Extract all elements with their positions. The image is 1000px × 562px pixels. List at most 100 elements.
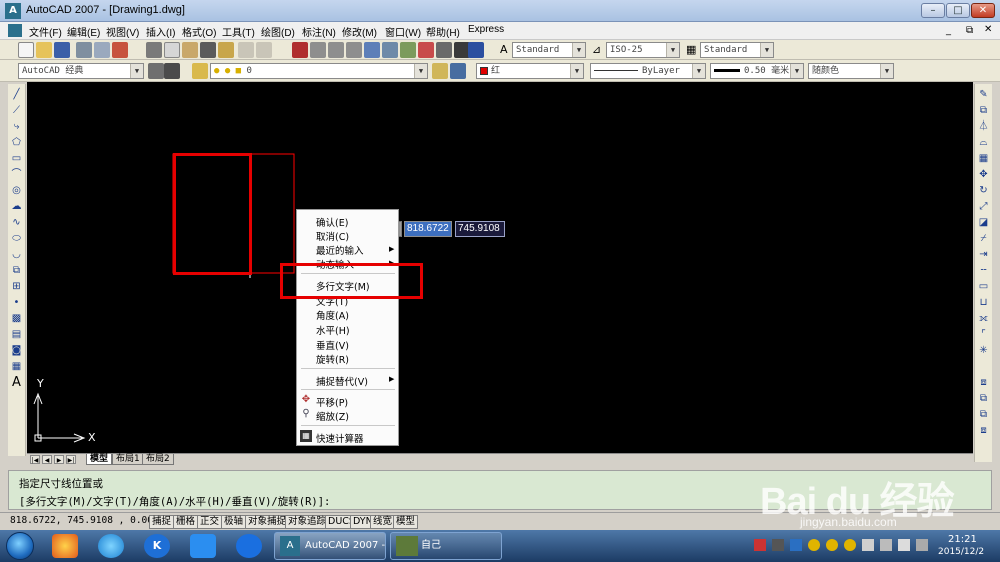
menu-item-horizontal[interactable]: 水平(H) <box>316 323 350 337</box>
polar-toggle[interactable]: 极轴 <box>221 515 247 529</box>
menu-item-vertical[interactable]: 垂直(V) <box>316 338 349 352</box>
new-icon[interactable] <box>18 42 34 58</box>
network-icon[interactable] <box>862 539 874 551</box>
start-button[interactable] <box>6 532 34 560</box>
explode-icon[interactable]: ✳ <box>976 344 991 358</box>
line-icon[interactable]: ╱ <box>9 88 24 102</box>
tab-layout1[interactable]: 布局1 <box>112 454 144 465</box>
circle-icon[interactable]: ◎ <box>9 184 24 198</box>
hatch-icon[interactable]: ▩ <box>9 312 24 326</box>
spline-icon[interactable]: ∿ <box>9 216 24 230</box>
scale-icon[interactable]: ⤢ <box>976 200 991 214</box>
copy-object-icon[interactable]: ⧉ <box>976 104 991 118</box>
mirror-icon[interactable]: ⏃ <box>976 120 991 134</box>
lineweight-select[interactable]: 0.50 毫米 ▼ <box>710 63 804 79</box>
doc-restore-button[interactable]: ⧉ <box>966 25 973 36</box>
save-icon[interactable] <box>54 42 70 58</box>
region-icon[interactable]: ◙ <box>9 344 24 358</box>
undo-icon[interactable] <box>238 42 254 58</box>
browser-icon[interactable] <box>98 534 124 558</box>
table-icon[interactable]: ▦ <box>9 360 24 374</box>
menu-item-angle[interactable]: 角度(A) <box>316 308 349 322</box>
snap-toggle[interactable]: 捕捉 <box>149 515 175 529</box>
make-current-layer-icon[interactable] <box>432 63 448 79</box>
menu-insert[interactable]: 插入(I) <box>146 24 175 39</box>
sheet-set-icon[interactable] <box>418 42 434 58</box>
send-to-back-icon[interactable]: ⧉ <box>976 408 991 422</box>
copy-icon[interactable] <box>164 42 180 58</box>
k-app-icon[interactable]: K <box>144 534 170 558</box>
autocad-app-icon[interactable]: A <box>5 3 21 19</box>
menu-window[interactable]: 窗口(W) <box>385 24 421 39</box>
multiline-text-icon[interactable]: A <box>9 376 24 390</box>
move-icon[interactable]: ✥ <box>976 168 991 182</box>
match-properties-icon[interactable] <box>200 42 216 58</box>
menu-modify[interactable]: 修改(M) <box>342 24 377 39</box>
fillet-icon[interactable]: ⌜ <box>976 328 991 342</box>
tab-model[interactable]: 模型 <box>86 454 113 465</box>
dim-style-select[interactable]: ISO-25 ▼ <box>606 42 680 58</box>
rectangle-icon[interactable]: ▭ <box>9 152 24 166</box>
workspace-select[interactable]: AutoCAD 经典 ▼ <box>18 63 144 79</box>
publish-icon[interactable] <box>112 42 128 58</box>
document-icon[interactable] <box>8 24 22 37</box>
menu-help[interactable]: 帮助(H) <box>426 24 460 39</box>
chamfer-icon[interactable]: ⟗ <box>976 312 991 326</box>
break-at-point-icon[interactable]: ╌ <box>976 264 991 278</box>
dimension-y-input[interactable]: 745.9108 <box>455 221 505 237</box>
model-toggle[interactable]: 模型 <box>393 515 419 529</box>
menu-view[interactable]: 视图(V) <box>106 24 139 39</box>
linetype-select[interactable]: ByLayer ▼ <box>590 63 706 79</box>
menu-item-snap-overrides[interactable]: 捕捉替代(V) <box>316 374 368 388</box>
revision-cloud-icon[interactable]: ☁ <box>9 200 24 214</box>
zoom-previous-icon[interactable] <box>346 42 362 58</box>
menu-tools[interactable]: 工具(T) <box>222 24 255 39</box>
plot-icon[interactable] <box>76 42 92 58</box>
menu-item-recent-input[interactable]: 最近的输入 <box>316 243 364 257</box>
break-icon[interactable]: ▭ <box>976 280 991 294</box>
input-method-icon[interactable] <box>916 539 928 551</box>
make-block-icon[interactable]: ⊞ <box>9 280 24 294</box>
tray-icon-1[interactable] <box>754 539 766 551</box>
doc-minimize-button[interactable]: _ <box>946 25 951 36</box>
menu-express[interactable]: Express <box>468 24 504 35</box>
menu-edit[interactable]: 编辑(E) <box>67 24 100 39</box>
firefox-icon[interactable] <box>52 534 78 558</box>
coordinate-readout[interactable]: 818.6722, 745.9108 , 0.0000 <box>10 515 164 526</box>
next-tab-button[interactable]: ▶ <box>54 455 64 464</box>
pan-icon[interactable] <box>292 42 308 58</box>
help-icon[interactable] <box>468 42 484 58</box>
video-player-icon[interactable] <box>236 534 262 558</box>
text-style-select[interactable]: Standard ▼ <box>512 42 586 58</box>
ellipse-arc-icon[interactable]: ◡ <box>9 248 24 262</box>
close-button[interactable]: ✕ <box>971 3 995 18</box>
otrack-toggle[interactable]: 对象追踪 <box>285 515 330 529</box>
plot-style-select[interactable]: 随颜色 ▼ <box>808 63 894 79</box>
minimize-button[interactable]: – <box>921 3 945 18</box>
draw-order-icon[interactable]: ⧈ <box>976 376 991 390</box>
erase-icon[interactable]: ✎ <box>976 88 991 102</box>
menu-item-pan[interactable]: 平移(P) <box>316 395 348 409</box>
table-style-select[interactable]: Standard ▼ <box>700 42 774 58</box>
tab-layout2[interactable]: 布局2 <box>142 454 174 465</box>
bring-to-front-icon[interactable]: ⧉ <box>976 392 991 406</box>
join-icon[interactable]: ⊔ <box>976 296 991 310</box>
construction-line-icon[interactable]: ⟋ <box>9 104 24 118</box>
tray-icon-2[interactable] <box>772 539 784 551</box>
cut-icon[interactable] <box>146 42 162 58</box>
menu-item-confirm[interactable]: 确认(E) <box>316 215 348 229</box>
ortho-toggle[interactable]: 正交 <box>197 515 223 529</box>
insert-block-icon[interactable]: ⧉ <box>9 264 24 278</box>
menu-draw[interactable]: 绘图(D) <box>261 24 295 39</box>
layer-select[interactable]: ● ● ■ 0 ▼ <box>210 63 428 79</box>
stretch-icon[interactable]: ◪ <box>976 216 991 230</box>
prev-tab-button[interactable]: ◀ <box>42 455 52 464</box>
clock-time[interactable]: 21:21 <box>948 534 977 545</box>
plot-preview-icon[interactable] <box>94 42 110 58</box>
tool-palettes-icon[interactable] <box>400 42 416 58</box>
array-icon[interactable]: ▦ <box>976 152 991 166</box>
drawing-canvas[interactable]: Y X <box>27 82 973 453</box>
zoom-window-icon[interactable] <box>328 42 344 58</box>
lineweight-toggle[interactable]: 线宽 <box>370 515 396 529</box>
dimension-x-input[interactable]: 818.6722 <box>404 221 452 237</box>
